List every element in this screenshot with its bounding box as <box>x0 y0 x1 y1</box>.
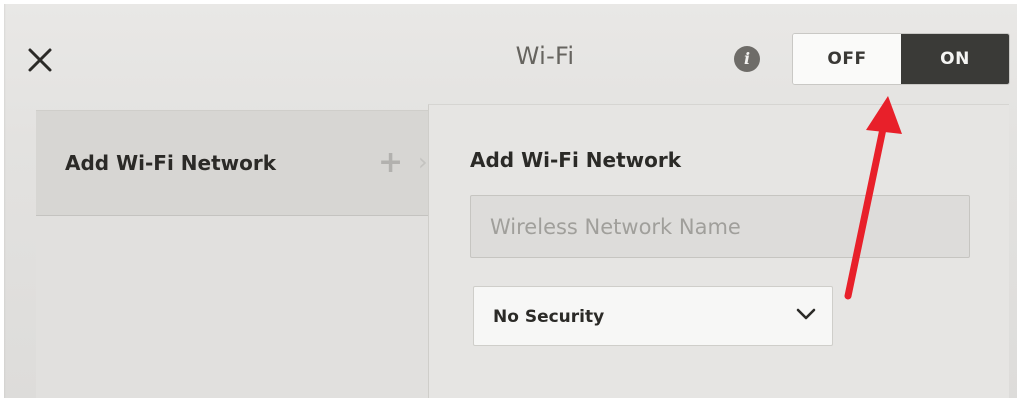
header-bar: Wi-Fi i OFF ON <box>0 0 1021 108</box>
close-button[interactable] <box>26 46 54 74</box>
form-title: Add Wi-Fi Network <box>470 148 682 172</box>
add-network-form-panel: Add Wi-Fi Network No Security <box>428 104 1009 402</box>
security-select-value: No Security <box>493 307 605 327</box>
wifi-toggle[interactable]: OFF ON <box>792 33 1010 85</box>
close-icon <box>28 48 52 72</box>
chevron-down-icon <box>796 307 816 321</box>
page-title: Wi-Fi <box>515 42 575 70</box>
network-list-panel: Add Wi-Fi Network + › <box>36 110 428 402</box>
info-icon[interactable]: i <box>734 46 760 72</box>
sidebar-item-add-wifi-network[interactable]: Add Wi-Fi Network + › <box>36 111 428 216</box>
plus-icon: + <box>378 145 404 180</box>
sidebar-item-label: Add Wi-Fi Network <box>65 151 277 175</box>
wireless-network-name-input[interactable] <box>470 195 970 258</box>
chevron-right-icon: › <box>418 148 428 176</box>
security-select[interactable]: No Security <box>473 286 833 346</box>
toggle-off-option[interactable]: OFF <box>793 34 901 84</box>
toggle-on-option[interactable]: ON <box>901 34 1009 84</box>
wifi-settings-screen: Wi-Fi i OFF ON Add Wi-Fi Network + › Add… <box>0 0 1021 402</box>
